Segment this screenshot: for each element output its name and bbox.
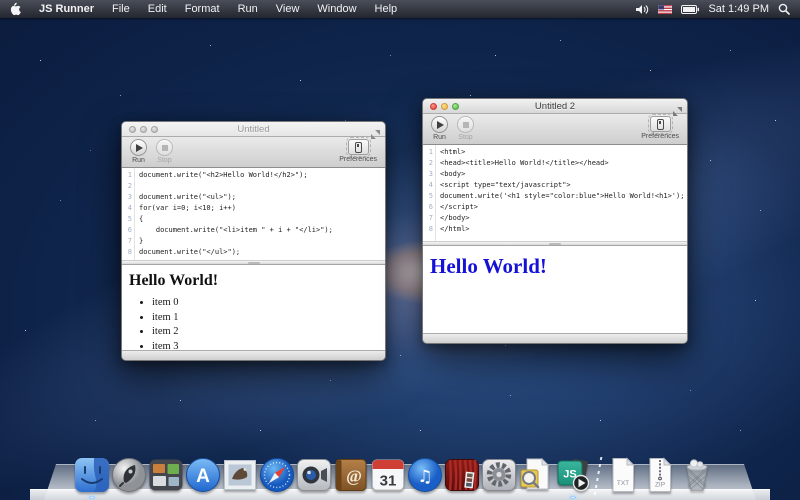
window1-title: Untitled (237, 124, 269, 135)
run-button[interactable] (130, 139, 147, 156)
dock-icon-facetime-camera[interactable] (296, 457, 332, 493)
switch-icon (657, 119, 664, 130)
list-item: item 1 (152, 311, 385, 326)
run-button-label: Run (433, 134, 446, 141)
battery-icon[interactable] (681, 5, 699, 14)
dock-icon-zip-document[interactable]: ZIP (642, 457, 678, 493)
dock-icon-trash[interactable] (679, 457, 715, 493)
play-icon (437, 121, 444, 129)
window2-bottom-bar (423, 333, 687, 343)
running-indicator (89, 496, 95, 499)
dock-icon-app-store[interactable]: A (185, 457, 221, 493)
dock-icon-txt-document[interactable]: TXT (605, 457, 641, 493)
zoom-button[interactable] (151, 126, 158, 133)
stop-button-label: Stop (458, 134, 472, 141)
dock-divider (592, 455, 604, 493)
list-item: item 0 (152, 296, 385, 311)
svg-text:@: @ (346, 467, 362, 486)
minimize-button[interactable] (140, 126, 147, 133)
svg-text:TXT: TXT (617, 480, 629, 487)
play-icon (136, 144, 143, 152)
menu-run[interactable]: Run (229, 0, 267, 18)
output-list: item 0 item 1 item 2 item 3 item 4 item … (122, 296, 385, 350)
menu-app-name[interactable]: JS Runner (30, 0, 103, 18)
fullscreen-icon[interactable] (371, 126, 380, 135)
window1-toolbar: Run Stop Preferences (122, 137, 385, 168)
dock-icon-safari[interactable] (259, 457, 295, 493)
dock: A (0, 454, 800, 500)
svg-text:31: 31 (380, 473, 397, 490)
spotlight-icon[interactable] (778, 3, 790, 15)
dock-icon-itunes[interactable]: ♫ (407, 457, 443, 493)
svg-text:A: A (196, 466, 210, 487)
preferences-button-label: Preferences (339, 156, 377, 163)
input-source-flag-icon[interactable] (658, 5, 672, 14)
close-button[interactable] (129, 126, 136, 133)
window-untitled-2: Untitled 2 Run Stop Preferences 12 34 56… (422, 98, 688, 344)
menu-window[interactable]: Window (308, 0, 365, 18)
stop-button[interactable] (457, 116, 474, 133)
stop-button-label: Stop (157, 157, 171, 164)
volume-icon[interactable] (636, 4, 649, 15)
window2-titlebar[interactable]: Untitled 2 (423, 99, 687, 114)
pane-splitter[interactable] (423, 241, 687, 246)
preferences-button-label: Preferences (641, 133, 679, 140)
menu-bar: JS Runner File Edit Format Run View Wind… (0, 0, 800, 18)
menu-help[interactable]: Help (366, 0, 407, 18)
window2-code-editor[interactable]: 12 34 56 78 <html><head><title>Hello Wor… (423, 145, 687, 241)
window1-code-editor[interactable]: 12 34 56 78 document.write("<h2>Hello Wo… (122, 168, 385, 260)
apple-menu[interactable] (0, 0, 30, 18)
stop-icon (162, 145, 168, 151)
window2-title: Untitled 2 (535, 101, 575, 112)
pane-splitter[interactable] (122, 260, 385, 265)
menu-edit[interactable]: Edit (139, 0, 176, 18)
dock-icon-mission-control[interactable] (148, 457, 184, 493)
svg-text:♫: ♫ (417, 467, 432, 487)
dock-icon-mail[interactable] (222, 457, 258, 493)
list-item: item 3 (152, 340, 385, 351)
close-button[interactable] (430, 103, 437, 110)
running-indicator (570, 496, 576, 499)
svg-text:ZIP: ZIP (655, 482, 665, 489)
switch-icon (355, 142, 362, 153)
menu-format[interactable]: Format (176, 0, 229, 18)
preferences-button[interactable] (348, 139, 369, 155)
output-heading: Hello World! (129, 272, 385, 290)
code-text: <html><head><title>Hello World!</title><… (436, 145, 684, 241)
window1-output: Hello World! item 0 item 1 item 2 item 3… (122, 265, 385, 350)
fullscreen-icon[interactable] (673, 103, 682, 112)
dock-icon-address-book[interactable]: @ (333, 457, 369, 493)
dock-icon-preview[interactable] (518, 457, 554, 493)
stop-button[interactable] (156, 139, 173, 156)
window2-toolbar: Run Stop Preferences (423, 114, 687, 145)
line-number-gutter: 12 34 56 78 (423, 145, 436, 241)
minimize-button[interactable] (441, 103, 448, 110)
run-button[interactable] (431, 116, 448, 133)
dock-icon-ical[interactable]: 31 (370, 457, 406, 493)
dock-icon-js-runner[interactable]: JS (555, 457, 591, 493)
zoom-button[interactable] (452, 103, 459, 110)
dock-icon-system-preferences[interactable] (481, 457, 517, 493)
window2-output: Hello World! (423, 246, 687, 333)
menu-view[interactable]: View (267, 0, 309, 18)
window1-titlebar[interactable]: Untitled (122, 122, 385, 137)
menu-bar-clock[interactable]: Sat 1:49 PM (708, 3, 769, 15)
list-item: item 2 (152, 325, 385, 340)
apple-logo-icon (9, 2, 21, 16)
code-text: document.write("<h2>Hello World!</h2>");… (135, 168, 333, 260)
dock-icon-launchpad[interactable] (111, 457, 147, 493)
stop-icon (463, 122, 469, 128)
menu-file[interactable]: File (103, 0, 139, 18)
dock-icon-photo-booth[interactable] (444, 457, 480, 493)
dock-icon-finder[interactable] (74, 457, 110, 493)
window-untitled: Untitled Run Stop Preferences 12 34 56 7… (121, 121, 386, 361)
preferences-button[interactable] (650, 116, 671, 132)
output-heading: Hello World! (430, 254, 687, 279)
run-button-label: Run (132, 157, 145, 164)
line-number-gutter: 12 34 56 78 (122, 168, 135, 260)
window1-bottom-bar (122, 350, 385, 360)
